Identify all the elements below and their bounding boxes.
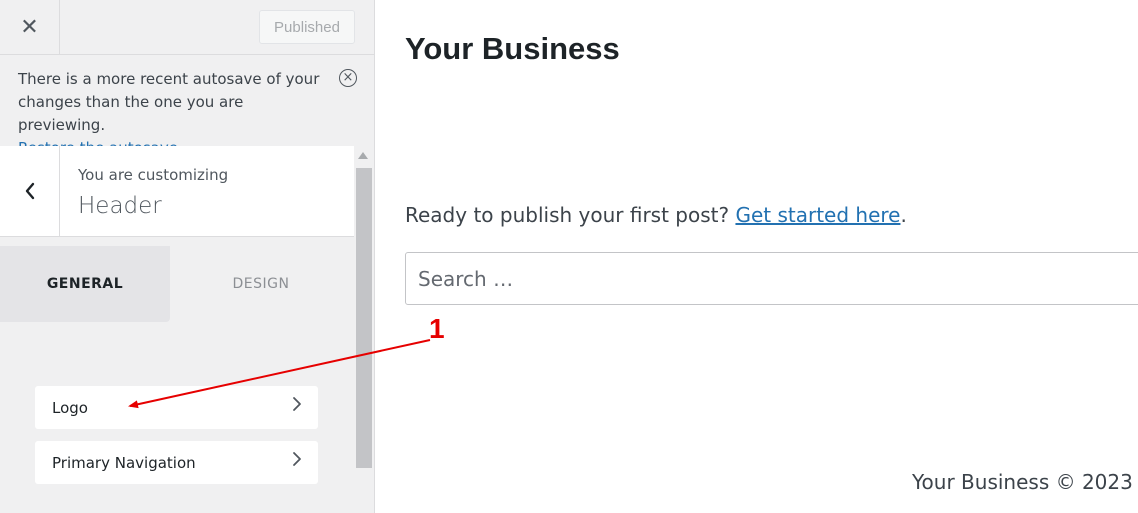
annotation-number: 1	[429, 313, 445, 344]
scroll-up-arrow-icon[interactable]	[358, 152, 368, 159]
primary-navigation-control[interactable]: Primary Navigation	[35, 441, 318, 484]
tab-design[interactable]: DESIGN	[176, 246, 346, 322]
published-button[interactable]: Published	[259, 10, 355, 44]
customizer-sidebar: ✕ Published There is a more recent autos…	[0, 0, 375, 513]
primary-navigation-control-label: Primary Navigation	[52, 454, 196, 472]
back-button[interactable]	[0, 146, 60, 236]
section-header: You are customizing Header	[0, 146, 354, 237]
customizing-label: You are customizing	[78, 166, 229, 184]
logo-control[interactable]: Logo	[35, 386, 318, 429]
chevron-right-icon	[293, 397, 301, 411]
section-title: Header	[78, 193, 162, 219]
tab-general[interactable]: GENERAL	[0, 246, 170, 322]
get-started-link[interactable]: Get started here	[735, 203, 900, 227]
close-icon: ✕	[20, 14, 39, 40]
site-preview: Your Business Ready to publish your firs…	[375, 0, 1138, 513]
dismiss-circle-icon[interactable]: ×	[339, 69, 357, 87]
logo-control-label: Logo	[52, 399, 88, 417]
site-title[interactable]: Your Business	[405, 31, 620, 67]
close-customizer-button[interactable]: ✕	[0, 0, 60, 54]
first-post-text: Ready to publish your first post?	[405, 203, 730, 227]
customizer-window: ✕ Published There is a more recent autos…	[0, 0, 1138, 513]
chevron-left-icon	[25, 182, 34, 200]
chevron-right-icon	[293, 452, 301, 466]
first-post-suffix: .	[900, 203, 907, 227]
first-post-message: Ready to publish your first post? Get st…	[405, 203, 907, 227]
header-tabs: GENERAL DESIGN	[0, 246, 354, 322]
sidebar-scrollbar[interactable]	[354, 146, 374, 513]
autosave-message: There is a more recent autosave of your …	[18, 70, 320, 134]
footer-text: Your Business © 2023 M	[912, 470, 1138, 494]
scroll-thumb[interactable]	[356, 168, 372, 468]
autosave-notice: There is a more recent autosave of your …	[0, 55, 374, 157]
customizer-header: ✕ Published	[0, 0, 374, 55]
search-input[interactable]	[405, 252, 1138, 305]
